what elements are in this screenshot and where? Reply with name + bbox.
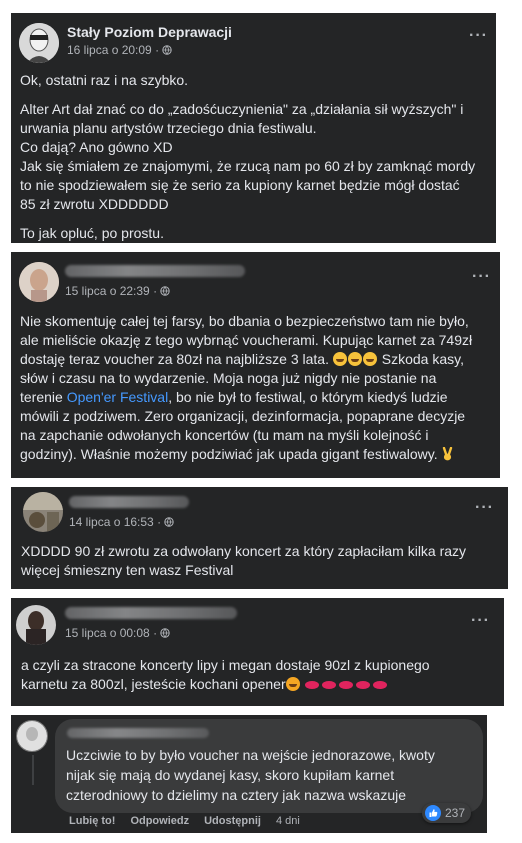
- post-text-line: To jak opluć, po prostu.: [20, 225, 164, 241]
- post-text-line: na zapchanie odwołanych koncertów (tu ma…: [20, 427, 429, 443]
- post-text-segment: terenie: [20, 389, 63, 405]
- post-text-line: Alter Art dał znać co do „zadośćuczynien…: [20, 101, 464, 117]
- post-text-line: słów i czasu na to wydarzenie. Moja noga…: [20, 370, 437, 386]
- victory-hand-emoji-icon: [442, 447, 452, 461]
- post-text-line: terenie Open'er Festival, bo nie był to …: [20, 388, 448, 407]
- comment-text-line: Uczciwie to by było voucher na wejście j…: [66, 747, 435, 763]
- comment-card: Uczciwie to by było voucher na wejście j…: [11, 715, 487, 833]
- post-text-line: to nie spodziewałem się że serio za kupi…: [20, 177, 460, 193]
- post-text-line: Co dają? Ano gówno XD: [20, 139, 173, 155]
- post-text-line: Nie skomentuję całej tej farsy, bo dbani…: [20, 313, 469, 329]
- commenter-name-redacted: [67, 728, 209, 738]
- author-name-redacted: [65, 265, 245, 277]
- post-text-segment: Szkoda kasy,: [381, 351, 464, 367]
- post-text-line: ale mieliście okazję z tego wybrnąć vouc…: [20, 332, 473, 348]
- commenter-avatar[interactable]: [16, 720, 48, 752]
- reaction-count: 237: [445, 806, 466, 820]
- more-options-icon[interactable]: ···: [475, 499, 494, 517]
- more-options-icon[interactable]: ···: [469, 27, 488, 45]
- post-text-line: dostaję teraz voucher za 80zł na najbliż…: [20, 350, 464, 369]
- smiling-face-hearts-emoji-icon: [285, 677, 300, 691]
- post-meta: 15 lipca o 00:08 ·: [65, 626, 170, 640]
- author-avatar[interactable]: [16, 605, 56, 645]
- reply-button[interactable]: Odpowiedz: [130, 815, 189, 827]
- post-card-3: 14 lipca o 16:53 · ··· XDDDD 90 zł zwrot…: [11, 487, 508, 589]
- post-text-line: a czyli za stracone koncerty lipy i mega…: [21, 657, 430, 673]
- post-text-line: mówili z podziwem. Zero organizacji, dez…: [20, 408, 466, 424]
- post-meta: 14 lipca o 16:53 ·: [69, 515, 174, 529]
- author-name-redacted: [69, 496, 189, 508]
- post-date[interactable]: 15 lipca o 00:08 ·: [65, 626, 157, 640]
- globe-icon: [162, 45, 172, 55]
- post-meta: 15 lipca o 22:39 ·: [65, 284, 170, 298]
- reaction-count-badge[interactable]: 237: [422, 803, 472, 823]
- post-card-1: Stały Poziom Deprawacji 16 lipca o 20:09…: [11, 13, 496, 243]
- kiss-lips-emoji-icon: [304, 676, 390, 692]
- comment-bubble: Uczciwie to by było voucher na wejście j…: [55, 719, 483, 813]
- comment-text-line: nijak się mają do wydanej kasy, skoro ku…: [66, 767, 395, 783]
- post-text-segment: godziny). Właśnie możemy podziwiać jak u…: [20, 446, 438, 462]
- comment-timestamp[interactable]: 4 dni: [276, 815, 300, 827]
- post-date[interactable]: 15 lipca o 22:39 ·: [65, 284, 157, 298]
- post-text-line: urwania planu artystów trzeciego dnia fe…: [20, 120, 317, 136]
- post-card-4: 15 lipca o 00:08 · ··· a czyli za straco…: [11, 598, 504, 706]
- post-text-line: więcej śmieszny ten wasz Festival: [21, 562, 234, 578]
- globe-icon: [164, 517, 174, 527]
- thread-line: [32, 755, 34, 785]
- comment-text-line: czterodniowy to dzielimy na cztery jak n…: [66, 787, 407, 803]
- post-text-line: Jak się śmiałem ze znajomymi, że rzucą n…: [20, 158, 476, 174]
- globe-icon: [160, 628, 170, 638]
- post-text-segment: , bo nie był to festiwal, o którym kiedy…: [168, 389, 448, 405]
- post-text-segment: dostaję teraz voucher za 80zł na najbliż…: [20, 351, 329, 367]
- post-text-line: 85 zł zwrotu XDDDDDD: [20, 196, 169, 212]
- post-text-line: godziny). Właśnie możemy podziwiać jak u…: [20, 445, 453, 464]
- author-avatar[interactable]: [23, 492, 63, 532]
- share-button[interactable]: Udostępnij: [204, 815, 261, 827]
- avatar-photo-icon: [16, 605, 56, 645]
- post-text-line: karnetu za 800zl, jesteście kochani open…: [21, 675, 390, 694]
- post-meta: 16 lipca o 20:09 ·: [67, 43, 172, 57]
- rofl-emoji-icon: [332, 351, 378, 367]
- post-text-segment: karnetu za 800zl, jesteście kochani open…: [21, 676, 286, 692]
- post-date[interactable]: 14 lipca o 16:53 ·: [69, 515, 161, 529]
- avatar-face-icon: [19, 23, 59, 63]
- more-options-icon[interactable]: ···: [472, 268, 491, 286]
- author-name-redacted: [65, 607, 237, 619]
- post-text-line: XDDDD 90 zł zwrotu za odwołany koncert z…: [21, 543, 467, 559]
- post-card-2: 15 lipca o 22:39 · ··· Nie skomentuję ca…: [11, 252, 500, 478]
- author-avatar[interactable]: [19, 262, 59, 302]
- author-avatar[interactable]: [19, 23, 59, 63]
- post-date[interactable]: 16 lipca o 20:09 ·: [67, 43, 159, 57]
- comment-actions: Lubię to! Odpowiedz Udostępnij 4 dni: [69, 815, 300, 827]
- avatar-blurred-icon: [17, 721, 47, 751]
- post-text-line: Ok, ostatni raz i na szybko.: [20, 72, 189, 88]
- author-name[interactable]: Stały Poziom Deprawacji: [67, 24, 232, 40]
- globe-icon: [160, 286, 170, 296]
- avatar-blurred-icon: [19, 262, 59, 302]
- page-mention-link[interactable]: Open'er Festival: [67, 389, 169, 405]
- more-options-icon[interactable]: ···: [471, 612, 490, 630]
- avatar-photo-icon: [23, 492, 63, 532]
- like-comment-button[interactable]: Lubię to!: [69, 815, 115, 827]
- like-reaction-icon: [425, 805, 441, 821]
